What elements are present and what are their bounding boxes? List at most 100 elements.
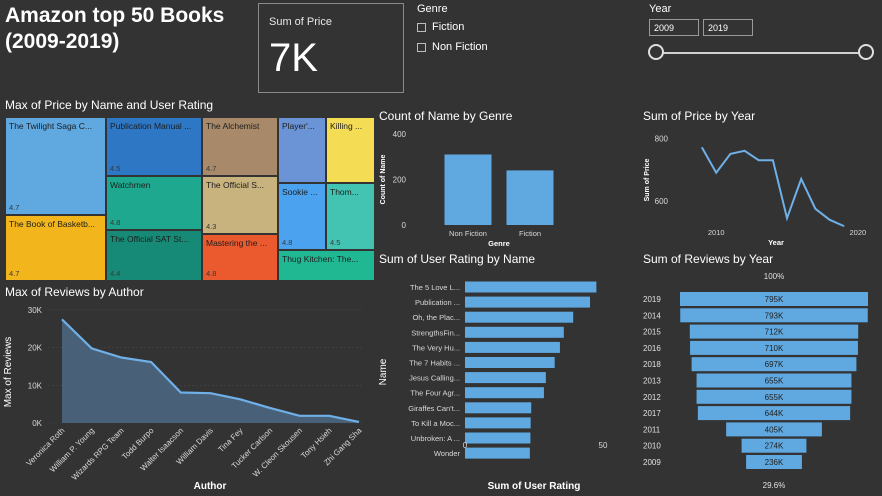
- funnel-bar-label: 655K: [765, 377, 784, 386]
- rating-ytick-label: Oh, the Plac...: [412, 313, 460, 322]
- funnel-bar-label: 236K: [765, 458, 784, 467]
- funnel-bar-label: 793K: [765, 311, 784, 320]
- card-value: 7K: [269, 36, 318, 80]
- price-point: [772, 159, 774, 161]
- funnel-bar-label: 644K: [765, 409, 784, 418]
- rating-ytick-label: The Four Agr...: [410, 389, 460, 398]
- year-slider-start-handle[interactable]: [648, 44, 664, 60]
- rating-bar: [465, 387, 544, 399]
- genre-chart-title: Count of Name by Genre: [379, 109, 513, 123]
- treemap-cell[interactable]: Mastering the ... 4.8: [202, 234, 278, 281]
- funnel-bar-label: 405K: [765, 425, 784, 434]
- price-point: [800, 178, 802, 180]
- rating-ytick-label: The 7 Habits ...: [409, 359, 460, 368]
- rating-bar: [465, 417, 531, 429]
- treemap-cell-label: Thug Kitchen: The...: [282, 254, 359, 264]
- genre-ytick-label: 400: [393, 130, 407, 139]
- sum-of-price-card[interactable]: Sum of Price 7K: [258, 3, 404, 93]
- rating-bar: [465, 296, 591, 308]
- funnel-bar-label: 710K: [765, 344, 784, 353]
- funnel-year-label: 2013: [643, 377, 661, 386]
- funnel-year-label: 2018: [643, 360, 661, 369]
- author-ylabel: Max of Reviews: [3, 337, 14, 408]
- genre-chart: 0 200 400 Count of Name Non Fiction Fiction Ge…: [380, 130, 554, 248]
- price-point: [743, 150, 746, 152]
- price-year-chart: 800 600 Sum of Price 2010 2020 Year: [644, 134, 866, 247]
- year-slider-end-handle[interactable]: [858, 44, 874, 60]
- rating-ytick-label: StrengthsFin...: [411, 328, 460, 337]
- checkbox-icon[interactable]: [417, 42, 426, 52]
- price-point: [814, 207, 817, 210]
- funnel-year-label: 2010: [643, 442, 661, 451]
- treemap-cell-label: The Alchemist: [206, 121, 260, 131]
- treemap-cell[interactable]: Thug Kitchen: The...: [278, 250, 375, 281]
- treemap-cell-label: The Book of Basketb...: [9, 219, 95, 229]
- treemap-cell-label: Publication Manual ...: [110, 121, 192, 131]
- funnel-year-label: 2009: [643, 458, 661, 467]
- rating-ytick-label: Jesus Calling...: [409, 374, 460, 383]
- price-xtick-label: 2010: [708, 228, 725, 237]
- year-slider-track[interactable]: [655, 52, 865, 54]
- treemap-cell[interactable]: The Book of Basketb... 4.7: [5, 215, 106, 281]
- treemap-cell-value: 4.7: [9, 203, 20, 212]
- reviews-year-chart-title: Sum of Reviews by Year: [643, 252, 774, 266]
- rating-bar: [465, 357, 555, 368]
- treemap-cell[interactable]: Killing ...: [326, 117, 375, 183]
- author-area: [62, 319, 359, 423]
- genre-option-fiction[interactable]: Fiction: [417, 21, 464, 33]
- price-point: [701, 146, 703, 149]
- year-slicer-title: Year: [649, 3, 672, 15]
- funnel-year-label: 2019: [643, 295, 661, 304]
- year-to-input[interactable]: 2019: [703, 19, 753, 36]
- treemap-cell-value: 4.7: [206, 164, 217, 173]
- price-point: [757, 159, 760, 161]
- treemap-cell[interactable]: Publication Manual ... 4.5: [106, 117, 202, 176]
- genre-xlabel: Genre: [488, 239, 510, 248]
- treemap-cell[interactable]: The Official S... 4.3: [202, 176, 278, 234]
- treemap-cell[interactable]: The Official SAT St... 4.4: [106, 230, 202, 281]
- treemap-cell[interactable]: Watchmen 4.8: [106, 176, 202, 230]
- rating-bar: [465, 281, 597, 293]
- funnel-year-label: 2016: [643, 344, 661, 353]
- dashboard-title: Amazon top 50 Books (2009-2019): [5, 3, 255, 55]
- funnel-year-label: 2017: [643, 409, 661, 418]
- dashboard-title-line1: Amazon top 50 Books: [5, 4, 225, 27]
- rating-ylabel: Name: [378, 358, 389, 385]
- treemap-cell-value: 4.8: [206, 269, 217, 278]
- author-ytick-label: 30K: [28, 306, 43, 315]
- checkbox-icon[interactable]: [417, 22, 426, 32]
- genre-slicer-title: Genre: [417, 3, 448, 15]
- funnel-year-label: 2012: [643, 393, 661, 402]
- genre-option-label: Non Fiction: [432, 41, 488, 53]
- treemap-cell[interactable]: Sookie ... 4.8: [278, 183, 326, 250]
- treemap-cell[interactable]: Thom... 4.5: [326, 183, 375, 250]
- reviews-author-chart: 0K10K20K30KMax of ReviewsVeronica RothWi…: [3, 306, 364, 492]
- treemap-cell-label: Watchmen: [110, 180, 151, 190]
- genre-ylabel: Count of Name: [380, 155, 387, 205]
- treemap-cell[interactable]: Player'...: [278, 117, 326, 183]
- price-point: [715, 171, 718, 174]
- author-xtick-label: Tina Fey: [216, 426, 244, 454]
- genre-option-non-fiction[interactable]: Non Fiction: [417, 41, 488, 53]
- price-xtick-label: 2020: [849, 228, 866, 237]
- price-year-chart-title: Sum of Price by Year: [643, 109, 756, 123]
- card-label: Sum of Price: [269, 16, 332, 28]
- genre-xtick-label: Non Fiction: [449, 229, 487, 238]
- treemap-cell-value: 4.3: [206, 222, 217, 231]
- genre-ytick-label: 0: [402, 221, 407, 230]
- author-ytick-label: 0K: [32, 419, 42, 428]
- rating-name-chart: The 5 Love L... Publication ... Oh, the Pl…: [378, 281, 608, 492]
- treemap-cell[interactable]: The Twilight Saga C... 4.7: [5, 117, 106, 215]
- rating-ytick-label: The 5 Love L...: [410, 283, 460, 292]
- rating-ytick-label: The Very Hu...: [412, 343, 460, 352]
- genre-bar: [444, 154, 492, 225]
- price-point: [842, 225, 845, 227]
- year-from-input[interactable]: 2009: [649, 19, 699, 36]
- author-ytick-label: 10K: [28, 381, 43, 390]
- treemap-cell[interactable]: The Alchemist 4.7: [202, 117, 278, 176]
- rating-bar: [465, 402, 532, 414]
- rating-ytick-label: To Kill a Moc...: [411, 419, 460, 428]
- rating-bar: [465, 311, 574, 323]
- funnel-bar-label: 712K: [765, 328, 784, 337]
- author-xlabel: Author: [194, 481, 227, 492]
